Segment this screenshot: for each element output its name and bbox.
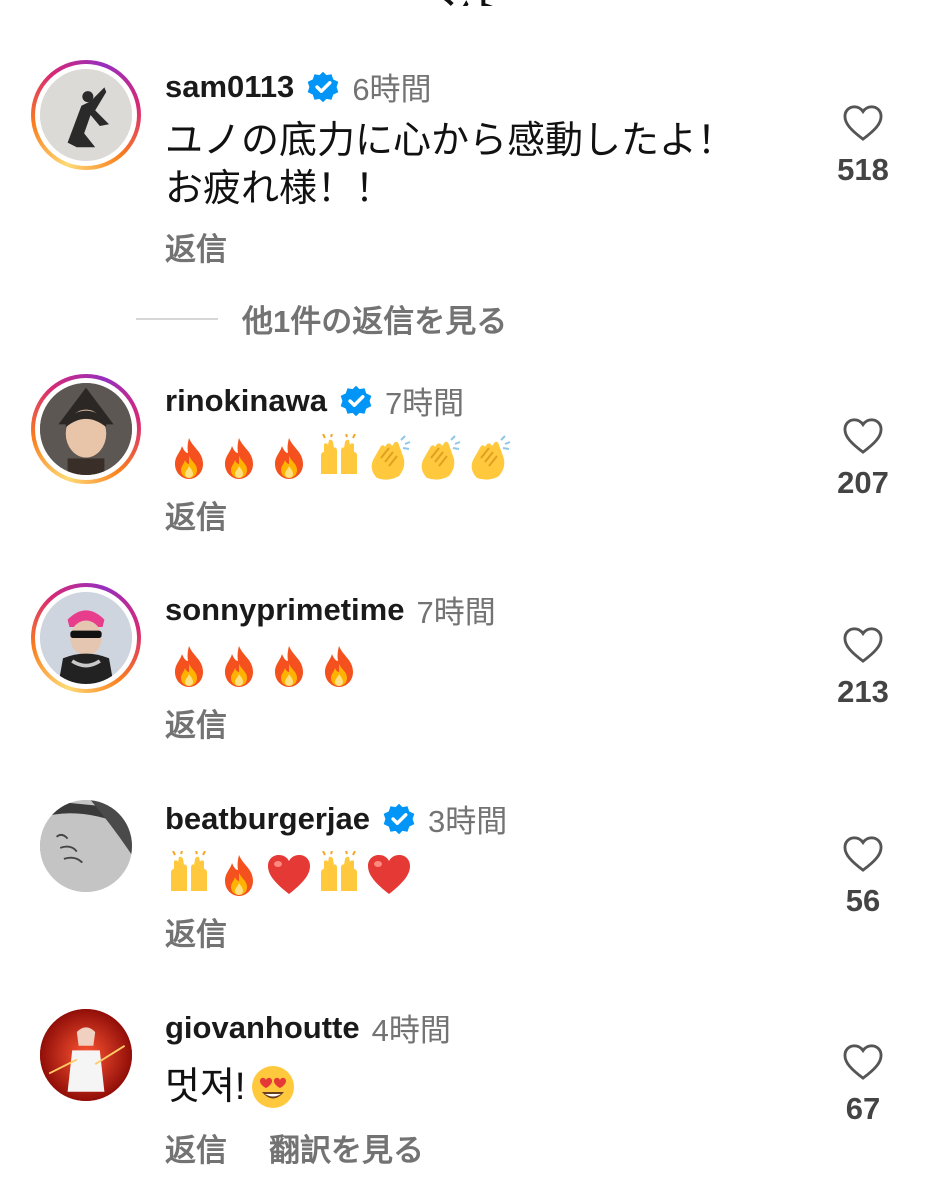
verified-badge-icon — [383, 803, 415, 834]
reply-button[interactable]: 返信 — [165, 224, 227, 269]
view-more-replies[interactable]: 他1件の返信を見る — [136, 296, 507, 341]
username[interactable]: rinokinawa — [165, 383, 327, 419]
clap-emoji-icon — [415, 434, 463, 482]
heart-eyes-emoji-icon — [249, 1063, 297, 1111]
fire-emoji-icon — [215, 851, 263, 899]
fire-emoji-icon — [165, 642, 213, 690]
comment-text-line: ユノの底力に心から感動したよ！ — [165, 120, 736, 162]
avatar[interactable] — [40, 1009, 132, 1101]
timestamp: 6時間 — [352, 72, 432, 107]
fire-emoji-icon — [315, 642, 363, 690]
username[interactable]: giovanhoutte — [165, 1010, 360, 1046]
comment-header: sonnyprimetime 7時間 — [165, 587, 496, 632]
username[interactable]: sam0113 — [165, 69, 294, 105]
like-count: 67 — [845, 1091, 881, 1126]
comment-emojis — [165, 850, 413, 899]
avatar[interactable] — [31, 583, 141, 693]
like-section: 207 — [823, 417, 903, 501]
verified-badge-icon — [308, 71, 339, 102]
avatar[interactable] — [31, 60, 141, 170]
avatar[interactable] — [31, 374, 141, 484]
red-heart-emoji-icon — [265, 851, 313, 899]
divider — [136, 317, 218, 320]
fire-emoji-icon — [215, 642, 263, 690]
reply-button[interactable]: 返信 — [165, 1125, 227, 1170]
like-count: 207 — [837, 465, 889, 500]
translate-button[interactable]: 翻訳を見る — [269, 1125, 424, 1170]
comment-text: 멋져! — [165, 1063, 297, 1111]
clap-emoji-icon — [365, 434, 413, 482]
clap-emoji-icon — [465, 434, 513, 482]
comment-header: giovanhoutte 4時間 — [165, 1005, 451, 1050]
view-more-replies-label[interactable]: 他1件の返信を見る — [242, 296, 507, 341]
like-count: 213 — [837, 674, 889, 709]
timestamp: 7時間 — [384, 386, 465, 421]
comment-text: ユノの底力に心から感動したよ！ お疲れ様！！ — [165, 117, 735, 213]
like-section: 56 — [823, 835, 903, 919]
sheet-title: ント — [0, 0, 941, 6]
comment-emojis — [165, 433, 513, 482]
timestamp: 7時間 — [416, 595, 496, 630]
raised-hands-emoji-icon — [315, 433, 363, 482]
comment-text-line: お疲れ様！！ — [165, 168, 394, 210]
comment-emojis — [165, 642, 363, 690]
fire-emoji-icon — [215, 434, 263, 482]
like-section: 213 — [823, 626, 903, 710]
comment-header: beatburgerjae 3時間 — [165, 796, 507, 841]
like-section: 518 — [823, 104, 903, 188]
heart-icon[interactable] — [842, 1043, 884, 1081]
comment-header: rinokinawa 7時間 — [165, 378, 464, 423]
raised-hands-emoji-icon — [315, 850, 363, 899]
reply-button[interactable]: 返信 — [165, 492, 227, 537]
raised-hands-emoji-icon — [165, 850, 213, 899]
verified-badge-icon — [340, 385, 372, 416]
comment-text-line: 멋져! — [165, 1066, 246, 1108]
reply-button[interactable]: 返信 — [165, 909, 227, 954]
fire-emoji-icon — [265, 434, 313, 482]
fire-emoji-icon — [165, 434, 213, 482]
heart-icon[interactable] — [842, 626, 884, 664]
heart-icon[interactable] — [842, 835, 884, 873]
timestamp: 3時間 — [428, 804, 508, 839]
reply-button[interactable]: 返信 — [165, 700, 227, 745]
fire-emoji-icon — [265, 642, 313, 690]
comment-header: sam0113 6時間 — [165, 64, 432, 109]
username[interactable]: beatburgerjae — [165, 801, 370, 837]
heart-icon[interactable] — [842, 417, 884, 455]
username[interactable]: sonnyprimetime — [165, 592, 404, 628]
timestamp: 4時間 — [371, 1013, 451, 1048]
like-count: 56 — [845, 883, 881, 918]
heart-icon[interactable] — [842, 104, 884, 142]
avatar[interactable] — [40, 800, 132, 892]
like-count: 518 — [837, 152, 889, 187]
like-section: 67 — [823, 1043, 903, 1127]
red-heart-emoji-icon — [365, 851, 413, 899]
